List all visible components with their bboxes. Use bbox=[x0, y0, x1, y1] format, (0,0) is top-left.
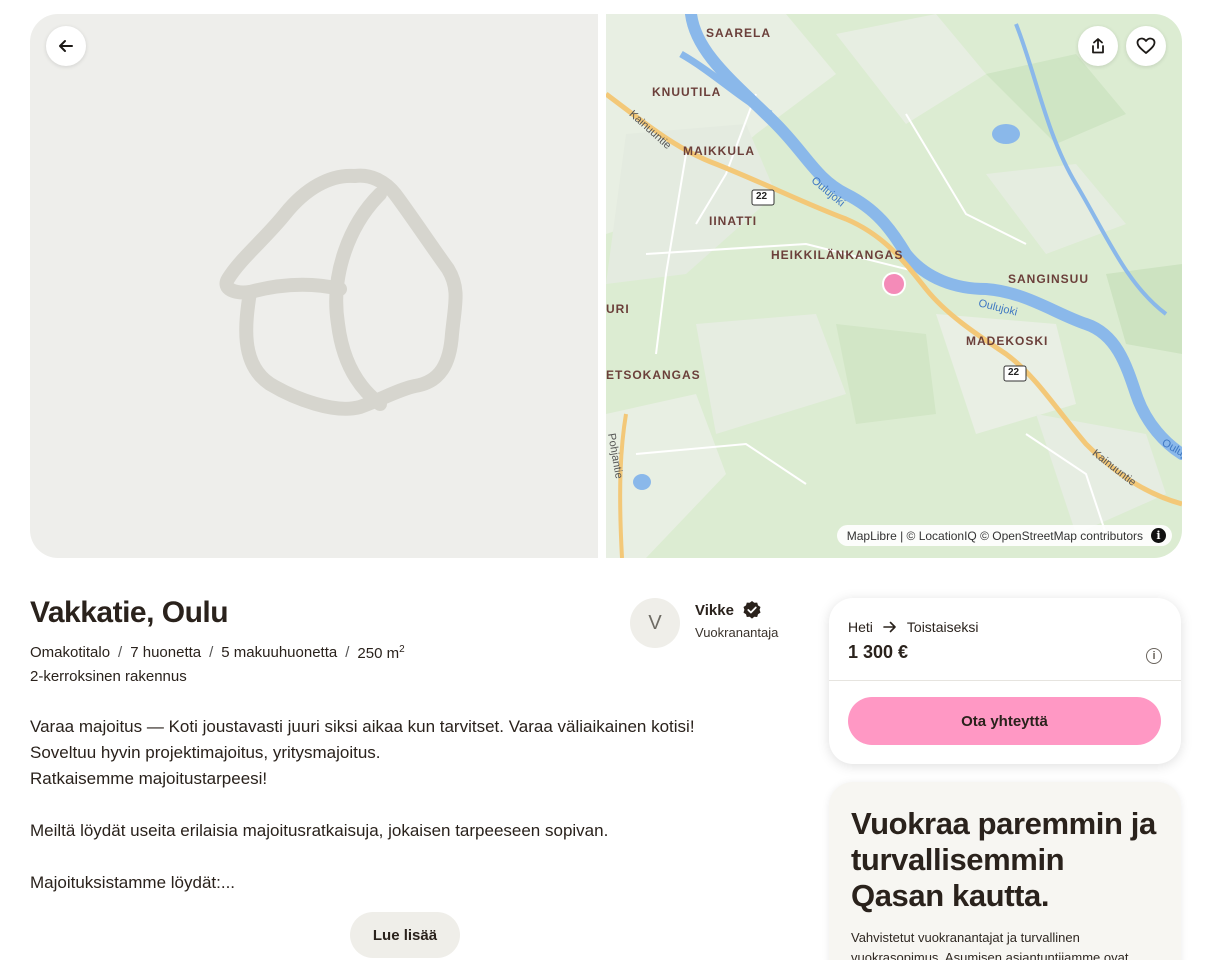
period-end: Toistaiseksi bbox=[906, 619, 979, 635]
promo-heading: Vuokraa paremmin ja turvallisemmin Qasan… bbox=[851, 806, 1156, 913]
route-shield-label: 22 bbox=[756, 191, 768, 202]
read-more-button[interactable]: Lue lisää bbox=[350, 912, 460, 958]
map-place-label: URI bbox=[606, 302, 630, 316]
landlord-avatar[interactable]: V bbox=[630, 598, 680, 648]
arrow-right-icon bbox=[883, 621, 896, 633]
map-place-label: SAARELA bbox=[706, 26, 772, 40]
description-line: Varaa majoitus — Koti joustavasti juuri … bbox=[30, 717, 695, 736]
verified-badge-icon bbox=[743, 601, 761, 619]
floor-area-value: 250 m bbox=[357, 645, 400, 662]
back-button[interactable] bbox=[46, 26, 86, 66]
separator: / bbox=[345, 644, 350, 661]
listing-description: Varaa majoitus — Koti joustavasti juuri … bbox=[30, 714, 730, 896]
listing-specs: Omakotitalo / 7 huonetta / 5 makuuhuonet… bbox=[30, 644, 405, 662]
info-icon[interactable]: i bbox=[1146, 648, 1162, 664]
share-button[interactable] bbox=[1078, 26, 1118, 66]
floor-area-unit: 2 bbox=[399, 644, 405, 655]
location-marker[interactable] bbox=[882, 272, 906, 296]
arrow-left-icon bbox=[59, 40, 73, 52]
period-start: Heti bbox=[848, 619, 873, 635]
map-place-label: IINATTI bbox=[709, 214, 758, 228]
divider bbox=[829, 680, 1181, 681]
map-place-label: ETSOKANGAS bbox=[606, 368, 701, 382]
map-place-label: KNUUTILA bbox=[652, 85, 722, 99]
promo-text: Vahvistetut vuokranantajat ja turvalline… bbox=[851, 930, 1129, 960]
map-attribution: MapLibre | © LocationIQ © OpenStreetMap … bbox=[836, 525, 1172, 546]
map-attribution-text[interactable]: MapLibre | © LocationIQ © OpenStreetMap … bbox=[847, 529, 1143, 543]
house-placeholder-icon bbox=[219, 168, 463, 416]
listing-photo-placeholder[interactable] bbox=[30, 14, 598, 558]
route-shield-label: 22 bbox=[1008, 367, 1020, 378]
rental-period: Heti Toistaiseksi bbox=[848, 619, 979, 635]
description-line: Majoituksistamme löydät:... bbox=[30, 873, 236, 892]
listing-title: Vakkatie, Oulu bbox=[30, 596, 229, 629]
map-place-label: SANGINSUU bbox=[1008, 272, 1090, 286]
map-place-label: HEIKKILÄNKANGAS bbox=[771, 248, 904, 262]
info-icon[interactable]: i bbox=[1151, 528, 1166, 543]
room-count: 7 huonetta bbox=[130, 644, 202, 661]
building-info: 2-kerroksinen rakennus bbox=[30, 668, 187, 685]
map-place-label: MAIKKULA bbox=[683, 144, 755, 158]
separator: / bbox=[209, 644, 214, 661]
property-type: Omakotitalo bbox=[30, 644, 111, 661]
monthly-price: 1 300 € bbox=[848, 642, 909, 662]
separator: / bbox=[118, 644, 123, 661]
location-map[interactable]: SAARELA KNUUTILA MAIKKULA IINATTI HEIKKI… bbox=[606, 14, 1182, 558]
bedroom-count: 5 makuuhuonetta bbox=[221, 644, 338, 661]
description-line: Soveltuu hyvin projektimajoitus, yritysm… bbox=[30, 743, 381, 762]
promo-card: Vuokraa paremmin ja turvallisemmin Qasan… bbox=[829, 782, 1181, 960]
price-card: Heti Toistaiseksi 1 300 € i Ota yhteyttä bbox=[829, 598, 1181, 764]
heart-icon bbox=[1136, 37, 1156, 54]
landlord-name-row[interactable]: Vikke bbox=[695, 600, 762, 620]
floor-area: 250 m2 bbox=[357, 644, 404, 662]
share-icon bbox=[1092, 38, 1104, 54]
description-line: Ratkaisemme majoitustarpeesi! bbox=[30, 769, 268, 788]
contact-button[interactable]: Ota yhteyttä bbox=[848, 697, 1161, 745]
map-place-label: MADEKOSKI bbox=[966, 334, 1049, 348]
landlord-role: Vuokranantaja bbox=[695, 625, 779, 640]
landlord-name: Vikke bbox=[695, 601, 734, 619]
description-line: Meiltä löydät useita erilaisia majoitusr… bbox=[30, 821, 609, 840]
favorite-button[interactable] bbox=[1126, 26, 1166, 66]
